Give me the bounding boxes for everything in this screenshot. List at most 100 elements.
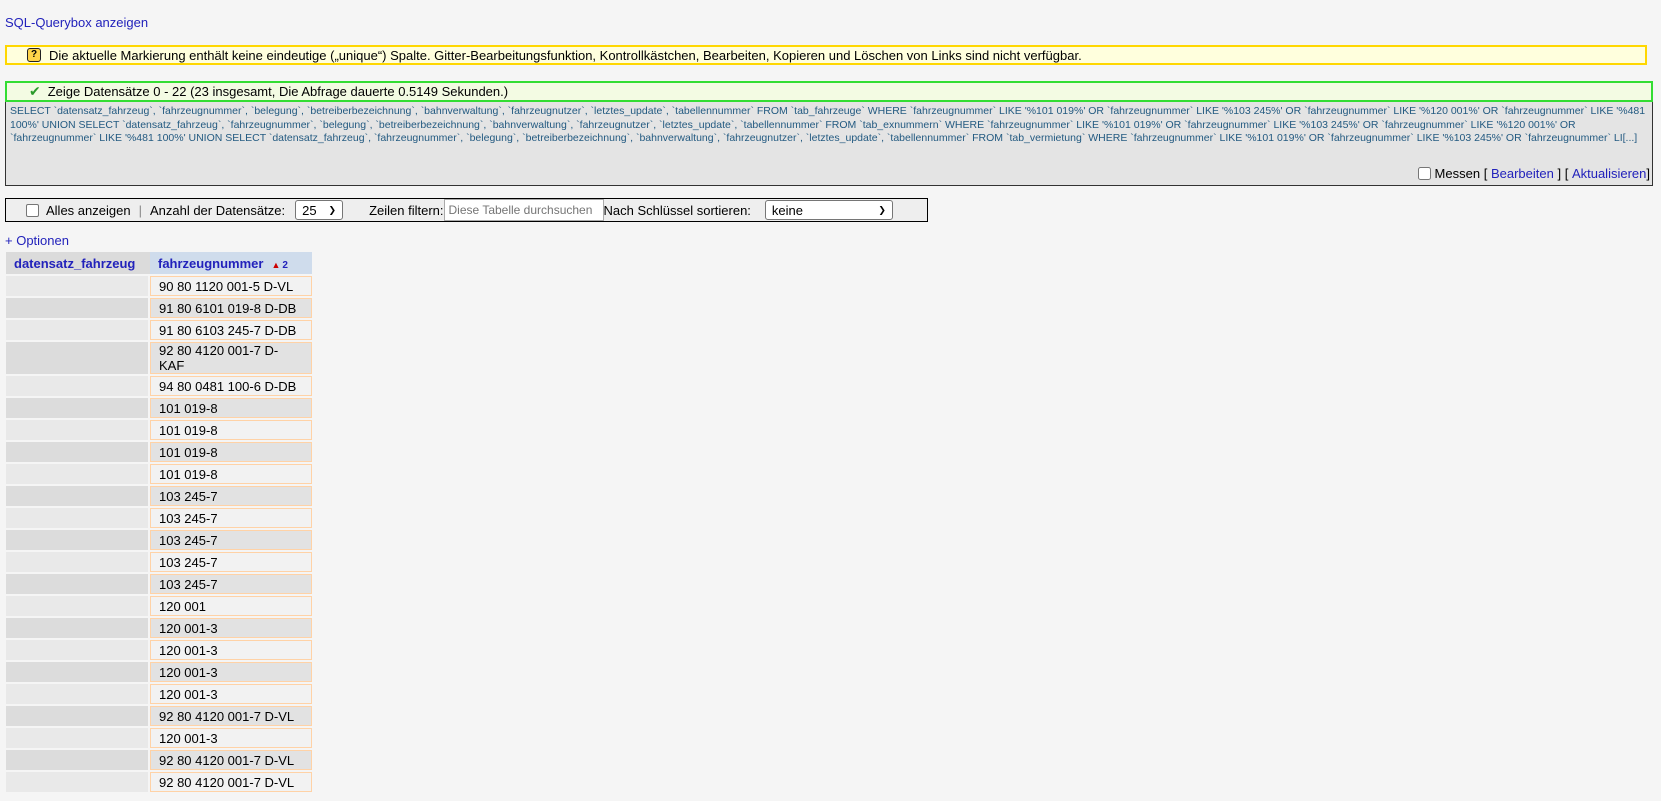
count-label: Anzahl der Datensätze:: [149, 202, 286, 218]
cell-fahrzeugnummer[interactable]: 103 245-7: [150, 508, 312, 528]
cell-datensatz-fahrzeug: [6, 684, 150, 704]
success-message: ✔ Zeige Datensätze 0 - 22 (23 insgesamt,…: [5, 81, 1653, 102]
sort-index: 2: [282, 259, 288, 271]
table-row: 92 80 4120 001-7 D-KAF: [6, 342, 312, 374]
bracket-open: [: [1483, 166, 1488, 181]
table-row: 91 80 6101 019-8 D-DB: [6, 298, 312, 318]
cell-fahrzeugnummer[interactable]: 92 80 4120 001-7 D-VL: [150, 750, 312, 770]
table-row: 120 001-3: [6, 618, 312, 638]
header-label: fahrzeugnummer: [158, 255, 264, 271]
checkmark-icon: ✔: [29, 83, 41, 99]
cell-datensatz-fahrzeug: [6, 464, 150, 484]
table-row: 92 80 4120 001-7 D-VL: [6, 772, 312, 792]
table-row: 101 019-8: [6, 420, 312, 440]
cell-fahrzeugnummer[interactable]: 120 001-3: [150, 684, 312, 704]
cell-datensatz-fahrzeug: [6, 640, 150, 660]
cell-fahrzeugnummer[interactable]: 92 80 4120 001-7 D-KAF: [150, 342, 312, 374]
table-row: 94 80 0481 100-6 D-DB: [6, 376, 312, 396]
cell-datensatz-fahrzeug: [6, 772, 150, 792]
cell-fahrzeugnummer[interactable]: 91 80 6101 019-8 D-DB: [150, 298, 312, 318]
cell-fahrzeugnummer[interactable]: 120 001-3: [150, 618, 312, 638]
cell-fahrzeugnummer[interactable]: 101 019-8: [150, 464, 312, 484]
messen-label: Messen: [1434, 166, 1481, 181]
sort-label: Nach Schlüssel sortieren:: [603, 202, 751, 218]
sql-actions: Messen [ Bearbeiten ] [ Aktualisieren]: [1417, 166, 1650, 181]
sort-key-select[interactable]: keine ❯: [764, 200, 893, 220]
bearbeiten-link[interactable]: Bearbeiten: [1491, 166, 1554, 181]
warning-notice: ? Die aktuelle Markierung enthält keine …: [5, 45, 1647, 65]
column-header-fahrzeugnummer[interactable]: fahrzeugnummer ▲ 2: [150, 252, 312, 274]
cell-datensatz-fahrzeug: [6, 662, 150, 682]
cell-datensatz-fahrzeug: [6, 342, 150, 374]
cell-datensatz-fahrzeug: [6, 420, 150, 440]
cell-fahrzeugnummer[interactable]: 120 001: [150, 596, 312, 616]
options-link[interactable]: + Optionen: [5, 233, 69, 248]
cell-datensatz-fahrzeug: [6, 750, 150, 770]
table-row: 101 019-8: [6, 464, 312, 484]
sql-querybox-link[interactable]: SQL-Querybox anzeigen: [5, 15, 148, 30]
cell-datensatz-fahrzeug: [6, 298, 150, 318]
cell-datensatz-fahrzeug: [6, 376, 150, 396]
cell-fahrzeugnummer[interactable]: 120 001-3: [150, 640, 312, 660]
filter-input[interactable]: [443, 199, 604, 221]
question-icon: ?: [27, 48, 41, 62]
show-all-label: Alles anzeigen: [46, 202, 131, 218]
separator: |: [138, 202, 142, 218]
cell-datensatz-fahrzeug: [6, 728, 150, 748]
row-count-value: 25: [302, 202, 317, 218]
cell-fahrzeugnummer[interactable]: 120 001-3: [150, 728, 312, 748]
cell-fahrzeugnummer[interactable]: 92 80 4120 001-7 D-VL: [150, 772, 312, 792]
table-row: 120 001-3: [6, 640, 312, 660]
sort-key-value: keine: [771, 202, 803, 218]
bracket-close: ]: [1646, 166, 1650, 181]
cell-fahrzeugnummer[interactable]: 101 019-8: [150, 420, 312, 440]
cell-fahrzeugnummer[interactable]: 101 019-8: [150, 398, 312, 418]
cell-fahrzeugnummer[interactable]: 103 245-7: [150, 574, 312, 594]
success-text: Zeige Datensätze 0 - 22 (23 insgesamt, D…: [47, 84, 509, 99]
table-row: 120 001: [6, 596, 312, 616]
table-row: 103 245-7: [6, 552, 312, 572]
chevron-down-icon: ❯: [328, 204, 337, 215]
column-header-datensatz-fahrzeug[interactable]: datensatz_fahrzeug: [6, 252, 150, 274]
cell-datensatz-fahrzeug: [6, 486, 150, 506]
cell-fahrzeugnummer[interactable]: 103 245-7: [150, 552, 312, 572]
table-row: 101 019-8: [6, 398, 312, 418]
header-label: datensatz_fahrzeug: [14, 255, 136, 271]
cell-fahrzeugnummer[interactable]: 90 80 1120 001-5 D-VL: [150, 276, 312, 296]
show-all-checkbox[interactable]: [26, 203, 39, 217]
table-row: 103 245-7: [6, 486, 312, 506]
cell-datensatz-fahrzeug: [6, 398, 150, 418]
cell-datensatz-fahrzeug: [6, 574, 150, 594]
warning-text: Die aktuelle Markierung enthält keine ei…: [49, 47, 1082, 63]
cell-fahrzeugnummer[interactable]: 120 001-3: [150, 662, 312, 682]
cell-datensatz-fahrzeug: [6, 530, 150, 550]
bracket-mid: ] [: [1557, 166, 1569, 181]
cell-fahrzeugnummer[interactable]: 103 245-7: [150, 486, 312, 506]
table-row: 101 019-8: [6, 442, 312, 462]
cell-datensatz-fahrzeug: [6, 618, 150, 638]
results-table: datensatz_fahrzeug fahrzeugnummer ▲ 2 90 8…: [6, 250, 312, 794]
cell-datensatz-fahrzeug: [6, 508, 150, 528]
table-row: 120 001-3: [6, 684, 312, 704]
cell-datensatz-fahrzeug: [6, 320, 150, 340]
cell-datensatz-fahrzeug: [6, 706, 150, 726]
aktualisieren-link[interactable]: Aktualisieren: [1572, 166, 1646, 181]
table-row: 120 001-3: [6, 662, 312, 682]
table-row: 90 80 1120 001-5 D-VL: [6, 276, 312, 296]
cell-datensatz-fahrzeug: [6, 552, 150, 572]
cell-fahrzeugnummer[interactable]: 94 80 0481 100-6 D-DB: [150, 376, 312, 396]
sql-query-box: SELECT `datensatz_fahrzeug`, `fahrzeugnu…: [5, 102, 1653, 186]
row-count-select[interactable]: 25 ❯: [295, 200, 344, 220]
chevron-down-icon: ❯: [878, 204, 886, 215]
table-row: 103 245-7: [6, 508, 312, 528]
cell-datensatz-fahrzeug: [6, 442, 150, 462]
cell-fahrzeugnummer[interactable]: 101 019-8: [150, 442, 312, 462]
table-row: 103 245-7: [6, 530, 312, 550]
table-row: 92 80 4120 001-7 D-VL: [6, 706, 312, 726]
sort-ascending-icon: ▲: [271, 259, 281, 270]
table-row: 91 80 6103 245-7 D-DB: [6, 320, 312, 340]
cell-fahrzeugnummer[interactable]: 91 80 6103 245-7 D-DB: [150, 320, 312, 340]
messen-checkbox[interactable]: [1417, 167, 1431, 180]
cell-fahrzeugnummer[interactable]: 103 245-7: [150, 530, 312, 550]
cell-fahrzeugnummer[interactable]: 92 80 4120 001-7 D-VL: [150, 706, 312, 726]
